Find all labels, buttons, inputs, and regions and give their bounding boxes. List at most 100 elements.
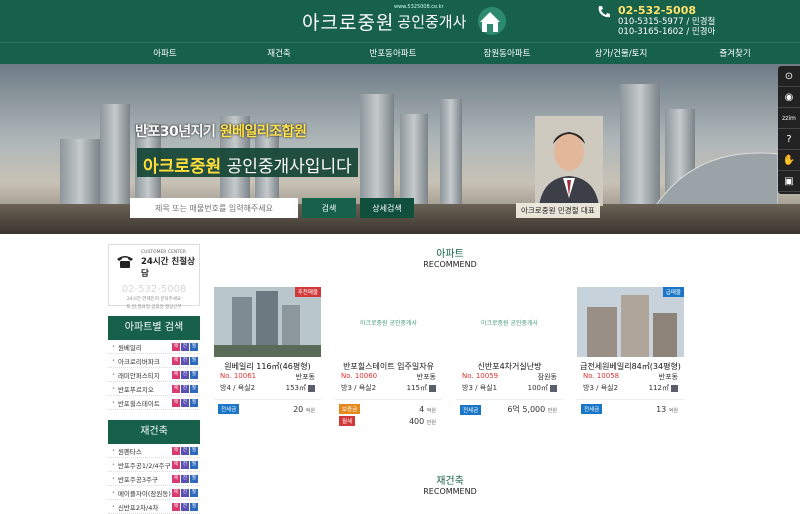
nav-item-banpo[interactable]: 반포동아파트	[336, 43, 450, 64]
sale-button[interactable]: 매	[172, 460, 180, 469]
deal-type-buttons: 매전월	[172, 370, 199, 379]
nav-item-commercial[interactable]: 상가/건물/토지	[564, 43, 678, 64]
sale-button[interactable]: 매	[172, 370, 180, 379]
jeonse-button[interactable]: 전	[181, 460, 189, 469]
sale-button[interactable]: 매	[172, 502, 180, 511]
listing-location: 반포동	[295, 373, 315, 381]
section-subtitle: RECOMMEND	[423, 260, 477, 269]
listing-photo[interactable]: 아크로중원 공인중개사	[456, 287, 563, 357]
list-item-label: 반포주공3주구	[117, 475, 158, 484]
jeonse-button[interactable]: 전	[181, 488, 189, 497]
sale-button[interactable]: 매	[172, 488, 180, 497]
nav-item-jamwon[interactable]: 잠원동아파트	[450, 43, 564, 64]
cc-phone[interactable]: 02-532-5008	[113, 284, 195, 295]
sale-button[interactable]: 매	[172, 474, 180, 483]
jeonse-button[interactable]: 전	[181, 474, 189, 483]
deal-type-buttons: 매전월	[172, 384, 199, 393]
list-item[interactable]: 메이플자이(잠원동)매전월	[108, 486, 200, 500]
jeonse-button[interactable]: 전	[181, 446, 189, 455]
list-item[interactable]: 래미안퍼스티지 매전월	[108, 368, 200, 382]
monthly-button[interactable]: 월	[190, 488, 198, 497]
search-button[interactable]: 검색	[302, 198, 356, 218]
search-input[interactable]	[130, 198, 298, 218]
jeonse-button[interactable]: 전	[181, 356, 189, 365]
list-item[interactable]: 원베일리 매전월	[108, 340, 200, 354]
listing-photo[interactable]: 급매물	[577, 287, 684, 357]
monthly-button[interactable]: 월	[190, 398, 198, 407]
logo-brand: 아크로중원	[302, 11, 395, 34]
hero-banner: 반포30년지기 원베일리조합원 아크로중원 공인중개사입니다 검색 상세검색 아…	[0, 64, 800, 234]
monthly-button[interactable]: 월	[190, 384, 198, 393]
listing-badge: 추천매물	[294, 287, 321, 297]
phone-mobile-2[interactable]: 010-3165-1602 / 민경아	[618, 27, 715, 37]
monthly-button[interactable]: 월	[190, 446, 198, 455]
sale-button[interactable]: 매	[172, 342, 180, 351]
listing-card[interactable]: 급매물 급전세원베일리84㎡(34평형) No. 10058 반포동 방3 / 욕…	[577, 287, 684, 426]
list-item[interactable]: 원펜타스 매전월	[108, 444, 200, 458]
price-value: 400	[408, 416, 425, 426]
listing-rooms: 방3 / 욕실2	[341, 384, 377, 392]
site-logo[interactable]: 아크로중원 공인중개사 www.5325008.co.kr	[302, 4, 508, 38]
nav-item-favorites[interactable]: 즐겨찾기	[678, 43, 792, 64]
jeonse-button[interactable]: 전	[181, 342, 189, 351]
list-item[interactable]: 반포힐스테이트 매전월	[108, 396, 200, 410]
nav-item-apartment[interactable]: 아파트	[108, 43, 222, 64]
listing-name[interactable]: 반포힐스테이트 입주일자유	[335, 361, 442, 372]
monthly-button[interactable]: 월	[190, 342, 198, 351]
list-item[interactable]: 아크로리버파크 매전월	[108, 354, 200, 368]
listing-card[interactable]: 아크로중원 공인중개사 반포힐스테이트 입주일자유 No. 10060 반포동 방…	[335, 287, 442, 426]
jeonse-button[interactable]: 전	[181, 384, 189, 393]
ribbon-pre: 반포30년지기	[135, 124, 220, 140]
listing-area: 112㎡	[648, 384, 669, 392]
listing-logo-text: 아크로중원 공인중개사	[359, 319, 418, 327]
help-icon[interactable]: ?	[778, 129, 800, 150]
sale-button[interactable]: 매	[172, 356, 180, 365]
phone-main[interactable]: 02-532-5008	[618, 4, 715, 17]
scroll-up-icon[interactable]: ⊙	[778, 66, 800, 87]
jeonse-button[interactable]: 전	[181, 398, 189, 407]
list-item-label: 래미안퍼스티지	[117, 371, 160, 380]
listing-card[interactable]: 아크로중원 공인중개사 신반포4차거실난방 No. 10059 잠원동 방3 / …	[456, 287, 563, 426]
listing-location: 반포동	[416, 373, 436, 381]
tagline-brand: 아크로중원	[143, 157, 222, 177]
list-item[interactable]: 반포주공1/2/4주구매전월	[108, 458, 200, 472]
zzim-icon[interactable]: zzim	[778, 108, 800, 129]
sale-button[interactable]: 매	[172, 398, 180, 407]
monthly-button[interactable]: 월	[190, 502, 198, 511]
deal-type-buttons: 매전월	[172, 398, 199, 407]
list-item-label: 반포주공1/2/4주구	[117, 461, 171, 470]
jeonse-button[interactable]: 전	[181, 370, 189, 379]
phone-mobile-1[interactable]: 010-5315-5977 / 민경철	[618, 17, 715, 27]
listing-area: 115㎡	[406, 384, 427, 392]
section-title: 아파트	[436, 249, 464, 260]
list-item[interactable]: 반포푸르지오 매전월	[108, 382, 200, 396]
monthly-button[interactable]: 월	[190, 370, 198, 379]
listing-location: 잠원동	[537, 373, 557, 381]
listing-name[interactable]: 급전세원베일리84㎡(34평형)	[577, 361, 684, 372]
jeonse-button[interactable]: 전	[181, 502, 189, 511]
sale-button[interactable]: 매	[172, 384, 180, 393]
price-unit: 억원	[668, 407, 678, 414]
listing-name[interactable]: 신반포4차거실난방	[456, 361, 563, 372]
apartment-photo-icon	[214, 287, 321, 357]
monthly-button[interactable]: 월	[190, 460, 198, 469]
monthly-button[interactable]: 월	[190, 474, 198, 483]
listing-number: No. 10058	[583, 372, 620, 380]
cc-title: 24시간 친절상담	[141, 257, 195, 279]
hero-tagline: 아크로중원 공인중개사입니다	[137, 148, 358, 177]
handshake-icon[interactable]: ✋	[778, 150, 800, 171]
monthly-button[interactable]: 월	[190, 356, 198, 365]
listing-photo[interactable]: 아크로중원 공인중개사	[335, 287, 442, 357]
price-unit: 억원	[426, 407, 436, 414]
price-unit: 만원	[547, 408, 557, 414]
nav-item-reconstruction[interactable]: 재건축	[222, 43, 336, 64]
sale-button[interactable]: 매	[172, 446, 180, 455]
listing-name[interactable]: 원베일리 116㎡(46평형)	[214, 361, 321, 372]
listing-card[interactable]: 추천매물 원베일리 116㎡(46평형) No. 10061 반포동 방4 / 욕…	[214, 287, 321, 426]
list-item[interactable]: 반포주공3주구 매전월	[108, 472, 200, 486]
detail-search-button[interactable]: 상세검색	[360, 198, 414, 218]
recommend-cards: 추천매물 원베일리 116㎡(46평형) No. 10061 반포동 방4 / 욕…	[214, 287, 698, 426]
listing-photo[interactable]: 추천매물	[214, 287, 321, 357]
view-icon[interactable]: ◉	[778, 87, 800, 108]
briefcase-icon[interactable]: ▣	[778, 171, 800, 192]
